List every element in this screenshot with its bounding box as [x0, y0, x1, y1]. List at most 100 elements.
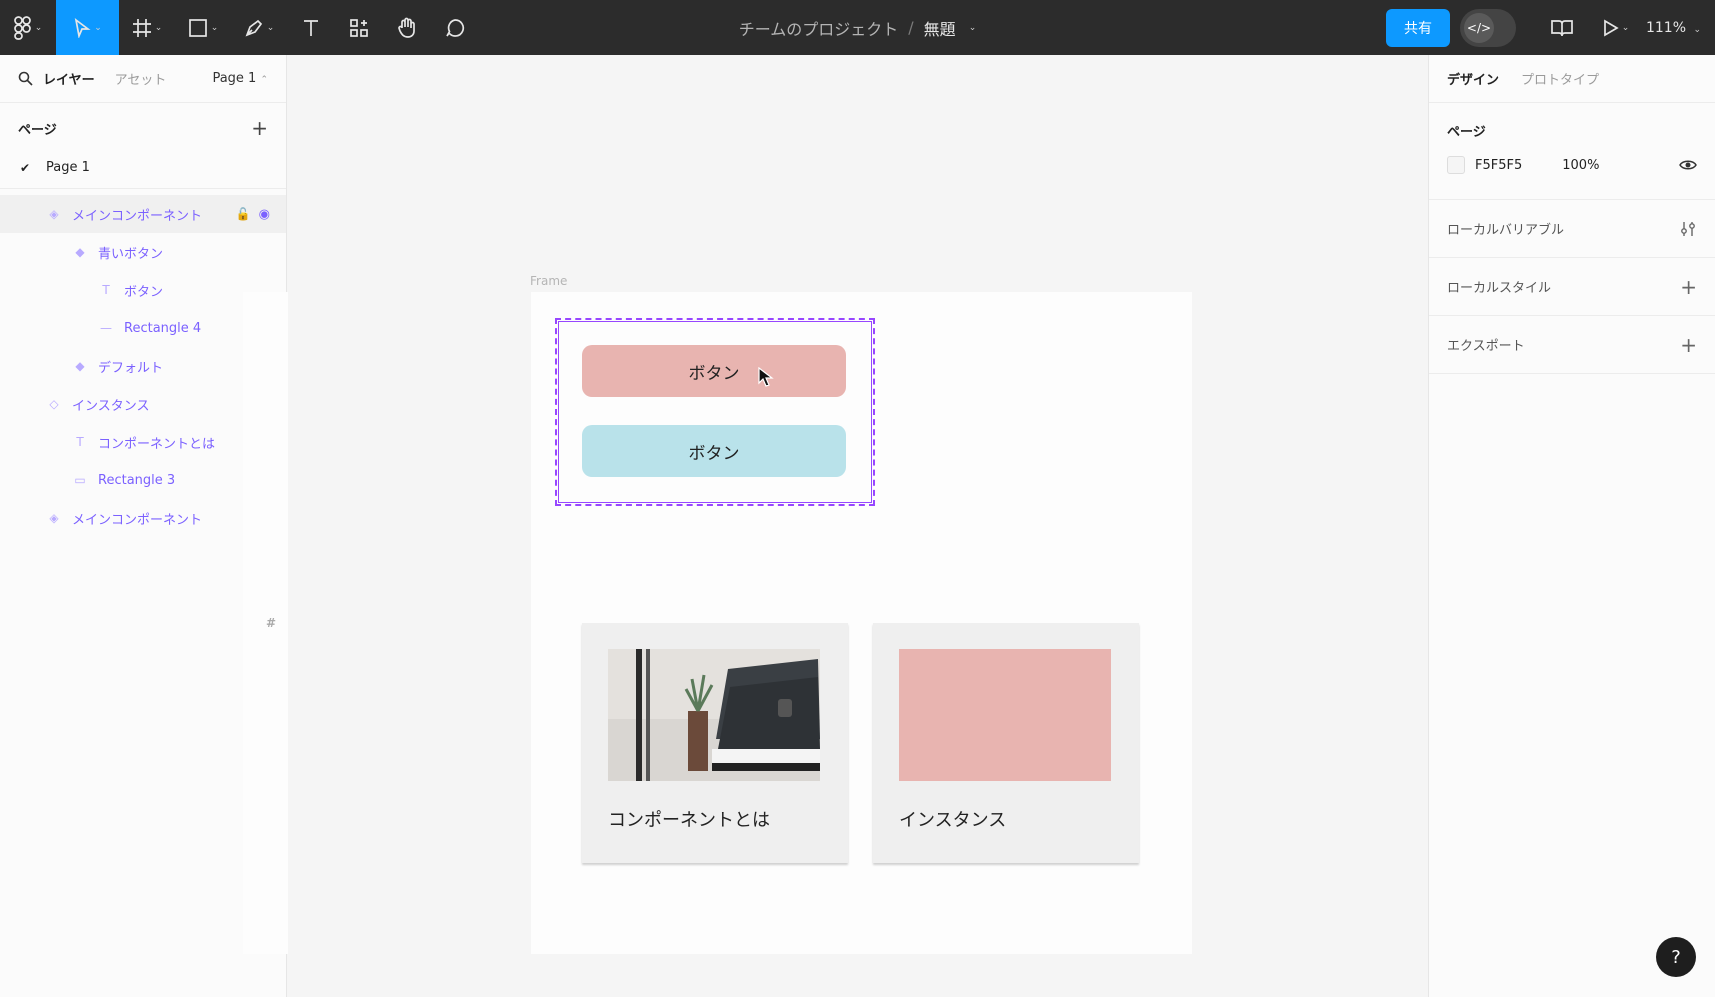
export-row[interactable]: エクスポート +: [1429, 316, 1715, 374]
layer-label: メインコンポーネント: [72, 512, 203, 528]
layer-item[interactable]: T ボタン: [0, 271, 286, 309]
help-button[interactable]: ?: [1656, 937, 1696, 977]
file-name[interactable]: 無題: [924, 16, 956, 40]
layer-item[interactable]: ▭ Rectangle 3: [0, 461, 286, 499]
hand-tool-button[interactable]: [383, 0, 431, 55]
hand-icon: [398, 17, 415, 38]
pages-title: ページ: [18, 122, 57, 138]
layer-item[interactable]: T コンポーネントとは: [0, 423, 286, 461]
resources-button[interactable]: [335, 0, 383, 55]
tab-layers[interactable]: レイヤー: [43, 69, 95, 88]
layer-label: メインコンポーネント: [72, 208, 203, 224]
layer-label: 青いボタン: [98, 246, 164, 262]
local-styles-label: ローカルスタイル: [1447, 281, 1552, 296]
layer-item[interactable]: ◈ メインコンポーネント: [0, 499, 286, 537]
tab-design[interactable]: デザイン: [1447, 69, 1499, 88]
page-section-title: ページ: [1447, 125, 1486, 140]
fill-hex-value[interactable]: F5F5F5: [1475, 158, 1522, 173]
layer-item[interactable]: — Rectangle 4: [0, 309, 286, 347]
library-button[interactable]: [1542, 0, 1582, 55]
play-icon: [1603, 19, 1619, 36]
blue-button[interactable]: ボタン: [582, 425, 846, 477]
page-item[interactable]: ✔ Page 1: [0, 153, 286, 189]
page-fill-row: F5F5F5 100%: [1447, 156, 1697, 174]
text-icon: T: [102, 283, 110, 297]
zoom-level: 111%: [1645, 19, 1686, 36]
local-variables-label: ローカルバリアブル: [1447, 223, 1565, 238]
cursor-icon: [74, 17, 91, 38]
layer-label: Rectangle 4: [124, 320, 202, 336]
layer-list: # Frame ◈ メインコンポーネント 🔓 ◉ ◆ 青いボタン T ボタン —Rectangle …: [0, 195, 904, 954]
card-component[interactable]: コンポーネントとは: [582, 623, 848, 863]
layer-item[interactable]: ◆ デフォルト: [0, 347, 286, 385]
check-icon: ✔: [20, 160, 31, 175]
main-menu-button[interactable]: ⌄: [0, 0, 56, 55]
pink-button[interactable]: ボタン: [582, 345, 846, 397]
layer-label: コンポーネントとは: [98, 436, 216, 452]
variant-icon: ◆: [75, 359, 85, 373]
frame-label[interactable]: Frame: [530, 274, 567, 288]
book-icon: [1551, 19, 1573, 36]
layers-panel: レイヤー アセット Page 1 ⌃ ページ + ✔ Page 1 # Frame…: [0, 55, 904, 997]
component-icon: ◈: [49, 207, 59, 221]
unlock-icon[interactable]: 🔓: [236, 207, 251, 222]
variables-settings-icon[interactable]: [1679, 220, 1697, 238]
file-title[interactable]: チームのプロジェクト / 無題 ⌄: [739, 0, 976, 55]
chevron-down-icon[interactable]: ⌄: [969, 23, 977, 33]
comment-icon: [446, 18, 465, 37]
present-button[interactable]: ⌄: [1596, 0, 1636, 55]
move-tool-button[interactable]: ⌄: [56, 0, 119, 55]
page-settings-section: ページ F5F5F5 100%: [1429, 103, 1715, 200]
component-icon: ◈: [49, 511, 59, 525]
design-panel: デザイン プロトタイプ ページ F5F5F5 100% ローカルバリアブル ロー…: [1428, 55, 1715, 997]
resources-icon: [350, 18, 368, 37]
text-tool-button[interactable]: [287, 0, 335, 55]
tab-assets[interactable]: アセット: [115, 69, 167, 88]
instance-icon: ◇: [49, 397, 59, 411]
tab-prototype[interactable]: プロトタイプ: [1521, 69, 1599, 88]
mouse-cursor-icon: [758, 367, 774, 387]
chevron-up-icon: ⌃: [260, 75, 268, 85]
text-icon: [304, 19, 318, 36]
chevron-down-icon: ⌄: [1693, 24, 1701, 35]
pages-header: ページ +: [0, 103, 286, 153]
dev-mode-toggle[interactable]: </>: [1459, 8, 1516, 47]
search-icon[interactable]: [18, 71, 33, 86]
card-component-title: コンポーネントとは: [608, 810, 770, 831]
desk-photo-image: [608, 649, 820, 781]
fill-opacity-value[interactable]: 100%: [1562, 158, 1599, 173]
page-selector[interactable]: Page 1 ⌃: [212, 71, 268, 86]
instance-rectangle: [899, 649, 1111, 781]
share-button[interactable]: 共有: [1385, 8, 1450, 47]
project-name[interactable]: チームのプロジェクト: [739, 16, 899, 40]
card-instance[interactable]: インスタンス: [873, 623, 1139, 863]
page-item-label: Page 1: [46, 160, 90, 175]
local-variables-row[interactable]: ローカルバリアブル: [1429, 200, 1715, 258]
card-instance-title: インスタンス: [899, 810, 1007, 831]
comment-tool-button[interactable]: [431, 0, 479, 55]
shape-tool-button[interactable]: ⌄: [175, 0, 231, 55]
variant-icon: ◆: [75, 245, 85, 259]
layer-item[interactable]: ◆ 青いボタン: [0, 233, 286, 271]
layer-item[interactable]: ◈ メインコンポーネント 🔓 ◉: [0, 195, 286, 233]
pen-tool-button[interactable]: ⌄: [231, 0, 287, 55]
rectangle-icon: ▭: [74, 473, 86, 487]
canvas[interactable]: Frame ボタン ボタン コンポーネントとは インスタンス: [288, 55, 1428, 997]
eye-icon[interactable]: [1679, 159, 1697, 171]
frame-tool-button[interactable]: ⌄: [119, 0, 175, 55]
layer-label: Rectangle 3: [98, 472, 176, 488]
local-styles-row[interactable]: ローカルスタイル +: [1429, 258, 1715, 316]
frame-icon: #: [265, 616, 277, 630]
layer-item[interactable]: ◇ インスタンス: [0, 385, 286, 423]
eye-icon[interactable]: ◉: [259, 207, 270, 222]
layer-label: ボタン: [124, 284, 164, 300]
zoom-control[interactable]: 111% ⌄: [1646, 20, 1701, 36]
add-style-icon[interactable]: +: [1680, 275, 1697, 299]
pen-icon: [245, 19, 262, 36]
add-page-button[interactable]: +: [251, 116, 268, 140]
add-export-icon[interactable]: +: [1680, 333, 1697, 357]
color-swatch[interactable]: [1447, 156, 1465, 174]
rectangle-icon: [188, 18, 207, 37]
layer-label: インスタンス: [72, 398, 150, 414]
export-label: エクスポート: [1447, 339, 1525, 354]
